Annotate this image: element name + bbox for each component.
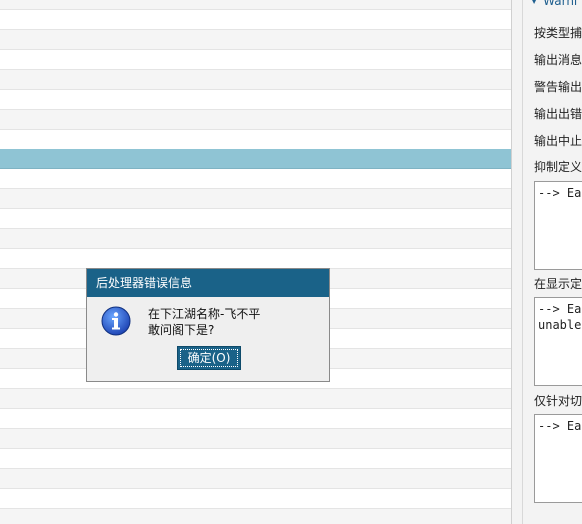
grid-row[interactable]	[0, 449, 511, 469]
suppress-definition-textarea[interactable]: --> Each	[534, 181, 582, 270]
grid-row[interactable]	[0, 0, 511, 10]
grid-row[interactable]	[0, 169, 511, 189]
grid-row[interactable]	[0, 130, 511, 150]
label-catch-by-type: 按类型捕	[534, 26, 582, 40]
grid-border	[511, 0, 512, 524]
only-for-textarea[interactable]: --> Each	[534, 414, 582, 503]
grid-row[interactable]	[0, 30, 511, 50]
error-dialog: 后处理器错误信息 在下江湖名称-飞不平 敢问阁下是? 确定(O)	[86, 268, 330, 382]
section-header[interactable]: ▼ Warni	[531, 0, 577, 8]
grid-row[interactable]	[0, 110, 511, 130]
dialog-message-line: 敢问阁下是?	[148, 323, 215, 337]
info-icon	[101, 306, 131, 336]
triangle-down-icon[interactable]: ▼	[531, 0, 537, 5]
label-warning-output: 警告输出	[534, 80, 582, 94]
dialog-title[interactable]: 后处理器错误信息	[87, 269, 329, 297]
ok-button[interactable]: 确定(O)	[177, 346, 241, 370]
grid-row[interactable]	[0, 509, 511, 524]
data-grid[interactable]	[0, 0, 511, 524]
grid-row[interactable]	[0, 90, 511, 110]
grid-row[interactable]	[0, 249, 511, 269]
grid-row-selected[interactable]	[0, 149, 511, 169]
label-error-output: 输出出错	[534, 107, 582, 121]
properties-panel: ▼ Warni 按类型捕 输出消息 警告输出 输出出错 输出中止 抑制定义 -->…	[522, 0, 582, 524]
dialog-message-line: 在下江湖名称-飞不平	[148, 307, 261, 321]
display-definition-textarea[interactable]: --> Each unable t	[534, 297, 582, 386]
grid-row[interactable]	[0, 489, 511, 509]
grid-row[interactable]	[0, 429, 511, 449]
grid-row[interactable]	[0, 389, 511, 409]
label-suppress-definition: 抑制定义	[534, 160, 582, 174]
grid-row[interactable]	[0, 229, 511, 249]
label-abort-output: 输出中止	[534, 134, 582, 148]
grid-row[interactable]	[0, 70, 511, 90]
grid-row[interactable]	[0, 50, 511, 70]
label-output-message: 输出消息	[534, 53, 582, 67]
grid-row[interactable]	[0, 10, 511, 30]
grid-row[interactable]	[0, 189, 511, 209]
dialog-message: 在下江湖名称-飞不平 敢问阁下是?	[148, 306, 260, 338]
label-only-for: 仅针对切	[534, 394, 582, 408]
grid-row[interactable]	[0, 469, 511, 489]
label-display-definition: 在显示定	[534, 277, 582, 291]
grid-row[interactable]	[0, 409, 511, 429]
grid-row[interactable]	[0, 209, 511, 229]
